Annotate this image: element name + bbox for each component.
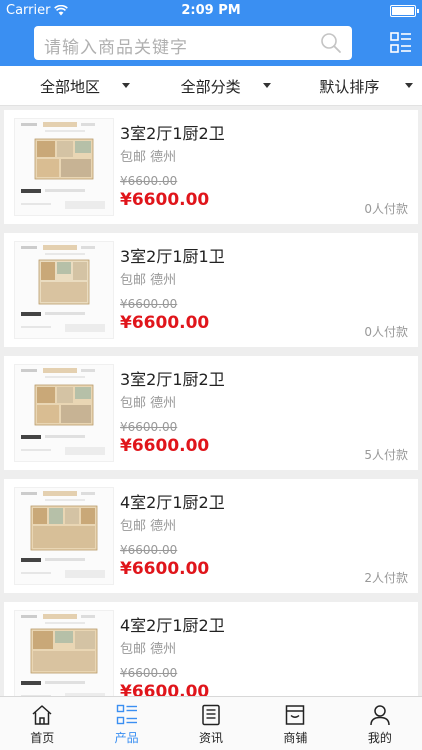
tab-news[interactable]: 资讯 [169,697,253,750]
floorplan-thumbnail[interactable] [14,610,114,696]
original-price: ¥6600.00 [120,543,178,557]
filter-category-label: 全部分类 [180,78,241,96]
sale-price: ¥6600.00 [120,190,210,210]
original-price: ¥6600.00 [120,174,178,188]
floorplan-thumbnail[interactable] [14,118,114,216]
floorplan-thumbnail[interactable] [14,487,114,585]
news-icon [202,704,220,726]
sale-price: ¥6600.00 [120,559,210,579]
home-icon [32,705,52,725]
city-label: 德州 [150,150,177,165]
filter-region[interactable]: 全部地区 [0,66,141,105]
product-card[interactable]: 3室2厅1厨2卫 包邮 德州 ¥6600.00 ¥6600.00 0人付款 [4,110,418,224]
tab-home-label: 首页 [30,731,55,745]
profile-icon [370,705,390,726]
shipping-label: 包邮 [120,273,147,288]
shipping-label: 包邮 [120,396,147,411]
shop-icon [286,705,305,725]
status-bar: Carrier 2:09 PM [0,0,422,22]
tab-products[interactable]: 产品 [84,697,168,750]
nav-bar: 请输入商品关键字 [0,22,422,66]
sale-price: ¥6600.00 [120,682,210,696]
city-label: 德州 [150,519,177,534]
city-label: 德州 [150,396,177,411]
paid-count: 2人付款 [364,571,408,585]
caret-down-icon [122,83,130,88]
product-card[interactable]: 4室2厅1厨2卫 包邮 德州 ¥6600.00 ¥6600.00 2人付款 [4,479,418,593]
original-price: ¥6600.00 [120,420,178,434]
product-card[interactable]: 3室2厅1厨1卫 包邮 德州 ¥6600.00 ¥6600.00 0人付款 [4,233,418,347]
filter-sort[interactable]: 默认排序 [281,66,422,105]
grid-menu-icon[interactable] [390,32,412,54]
filter-sort-label: 默认排序 [319,78,380,96]
caret-down-icon [262,83,271,88]
tab-profile-label: 我的 [367,731,392,745]
city-label: 德州 [150,273,177,288]
product-title[interactable]: 4室2厅1厨2卫 [120,612,225,636]
product-title[interactable]: 3室2厅1厨1卫 [120,243,225,267]
product-list-icon [116,704,137,725]
search-input[interactable]: 请输入商品关键字 [34,26,352,60]
product-title[interactable]: 3室2厅1厨2卫 [120,120,225,144]
shipping-label: 包邮 [120,150,147,165]
product-location: 包邮 德州 [120,269,176,288]
product-title[interactable]: 4室2厅1厨2卫 [120,489,225,513]
shipping-label: 包邮 [120,642,147,657]
battery-icon [390,5,419,17]
floorplan-thumbnail[interactable] [14,364,114,462]
city-label: 德州 [150,642,177,657]
tab-profile[interactable]: 我的 [338,697,422,750]
floorplan-thumbnail[interactable] [14,241,114,339]
status-time: 2:09 PM [181,3,241,18]
tab-shop-label: 商铺 [283,731,308,745]
sale-price: ¥6600.00 [120,436,210,456]
product-list[interactable]: 3室2厅1厨2卫 包邮 德州 ¥6600.00 ¥6600.00 0人付款 3室… [0,110,422,696]
paid-count: 5人付款 [364,448,408,462]
product-location: 包邮 德州 [120,638,176,657]
tab-bar: 首页 产品 资讯 商铺 我的 [0,696,422,750]
tab-shop[interactable]: 商铺 [253,697,337,750]
paid-count: 0人付款 [364,325,408,339]
shipping-label: 包邮 [120,519,147,534]
search-icon[interactable] [320,32,342,54]
product-title[interactable]: 3室2厅1厨2卫 [120,366,225,390]
filter-region-label: 全部地区 [40,78,101,96]
product-card[interactable]: 4室2厅1厨2卫 包邮 德州 ¥6600.00 ¥6600.00 [4,602,418,696]
product-location: 包邮 德州 [120,392,176,411]
tab-products-label: 产品 [114,731,139,745]
filter-bar: 全部地区 全部分类 默认排序 [0,66,422,106]
tab-news-label: 资讯 [199,731,224,745]
search-placeholder: 请输入商品关键字 [44,38,188,58]
tab-home[interactable]: 首页 [0,697,84,750]
product-card[interactable]: 3室2厅1厨2卫 包邮 德州 ¥6600.00 ¥6600.00 5人付款 [4,356,418,470]
sale-price: ¥6600.00 [120,313,210,333]
product-location: 包邮 德州 [120,146,176,165]
filter-category[interactable]: 全部分类 [141,66,282,105]
product-location: 包邮 德州 [120,515,176,534]
paid-count: 0人付款 [364,202,408,216]
caret-down-icon [405,83,414,88]
original-price: ¥6600.00 [120,666,178,680]
original-price: ¥6600.00 [120,297,178,311]
